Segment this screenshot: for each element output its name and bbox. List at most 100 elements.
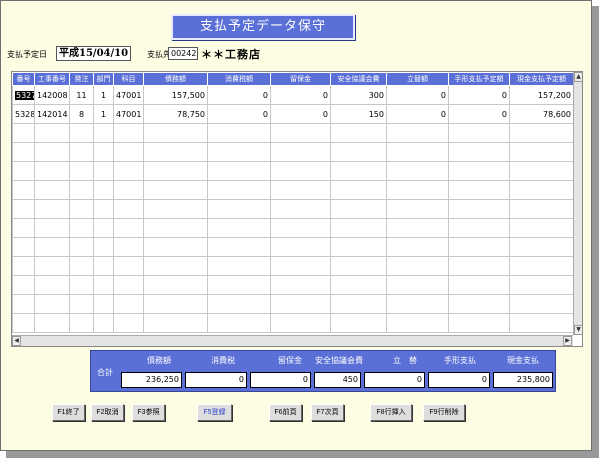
table-cell[interactable] xyxy=(34,275,70,295)
f5-register-button[interactable]: F5登録 xyxy=(197,404,232,421)
table-cell[interactable] xyxy=(93,199,114,219)
table-cell[interactable] xyxy=(207,142,271,162)
table-cell[interactable] xyxy=(143,142,208,162)
table-cell[interactable] xyxy=(386,180,449,200)
table-cell[interactable]: 157,500 xyxy=(143,85,208,105)
table-cell[interactable] xyxy=(509,218,574,238)
table-cell[interactable] xyxy=(448,237,510,257)
table-cell[interactable] xyxy=(69,294,94,314)
table-cell[interactable] xyxy=(448,218,510,238)
table-row[interactable] xyxy=(12,313,574,333)
table-cell[interactable] xyxy=(386,123,449,143)
table-cell[interactable] xyxy=(69,275,94,295)
horizontal-scrollbar[interactable]: ◀ ▶ xyxy=(12,335,573,346)
table-cell[interactable] xyxy=(143,161,208,181)
table-cell[interactable]: 47001 xyxy=(113,104,144,124)
table-cell[interactable] xyxy=(270,218,331,238)
table-cell[interactable] xyxy=(270,294,331,314)
f2-cancel-button[interactable]: F2取消 xyxy=(91,404,124,421)
table-cell[interactable]: 0 xyxy=(386,104,449,124)
f9-delete-row-button[interactable]: F9行削除 xyxy=(423,404,465,421)
table-cell[interactable] xyxy=(34,218,70,238)
table-cell[interactable] xyxy=(12,313,35,333)
table-cell[interactable] xyxy=(207,294,271,314)
table-cell[interactable] xyxy=(330,123,387,143)
table-cell[interactable] xyxy=(330,256,387,276)
table-cell[interactable] xyxy=(12,161,35,181)
table-cell[interactable] xyxy=(113,275,144,295)
table-cell[interactable] xyxy=(143,180,208,200)
table-cell[interactable] xyxy=(93,123,114,143)
table-cell[interactable] xyxy=(509,142,574,162)
table-cell[interactable] xyxy=(509,313,574,333)
table-cell[interactable] xyxy=(330,294,387,314)
table-cell[interactable] xyxy=(12,256,35,276)
table-row[interactable] xyxy=(12,294,574,314)
table-cell[interactable] xyxy=(207,161,271,181)
table-cell[interactable] xyxy=(330,180,387,200)
table-row[interactable] xyxy=(12,161,574,181)
table-cell[interactable] xyxy=(207,180,271,200)
table-cell[interactable] xyxy=(207,237,271,257)
table-cell[interactable] xyxy=(330,275,387,295)
payment-grid[interactable]: 番号 工事番号 発注 部門 科目 債務額 消費税額 留保金 安全協議会費 立替額 手形支払予定額 現金… xyxy=(11,71,583,347)
table-cell[interactable] xyxy=(113,237,144,257)
table-cell[interactable]: 0 xyxy=(207,85,271,105)
table-cell[interactable] xyxy=(69,123,94,143)
table-cell[interactable] xyxy=(143,313,208,333)
table-cell[interactable] xyxy=(270,123,331,143)
vertical-scrollbar[interactable]: ▲ ▼ xyxy=(573,72,582,335)
table-cell[interactable] xyxy=(93,294,114,314)
table-cell[interactable]: 0 xyxy=(270,104,331,124)
table-cell[interactable] xyxy=(93,218,114,238)
table-cell[interactable] xyxy=(386,218,449,238)
table-cell[interactable] xyxy=(113,218,144,238)
table-cell[interactable] xyxy=(448,199,510,219)
table-cell[interactable]: 5328 xyxy=(12,104,35,124)
table-row[interactable] xyxy=(12,275,574,295)
table-cell[interactable] xyxy=(509,123,574,143)
table-cell[interactable] xyxy=(207,199,271,219)
table-row[interactable] xyxy=(12,142,574,162)
table-cell[interactable] xyxy=(34,199,70,219)
table-cell[interactable] xyxy=(69,161,94,181)
table-cell[interactable] xyxy=(270,275,331,295)
table-cell[interactable] xyxy=(69,180,94,200)
table-cell[interactable] xyxy=(113,294,144,314)
table-cell[interactable] xyxy=(34,294,70,314)
table-cell[interactable] xyxy=(12,199,35,219)
table-cell[interactable] xyxy=(34,142,70,162)
table-cell[interactable]: 1 xyxy=(93,85,114,105)
f3-reference-button[interactable]: F3参照 xyxy=(132,404,165,421)
table-cell[interactable] xyxy=(509,294,574,314)
table-cell[interactable]: 300 xyxy=(330,85,387,105)
table-cell[interactable] xyxy=(113,313,144,333)
table-cell[interactable] xyxy=(448,142,510,162)
table-cell[interactable] xyxy=(12,294,35,314)
f1-exit-button[interactable]: F1終了 xyxy=(52,404,85,421)
table-cell[interactable] xyxy=(113,142,144,162)
table-cell[interactable] xyxy=(69,313,94,333)
table-cell[interactable] xyxy=(143,275,208,295)
table-cell[interactable] xyxy=(509,237,574,257)
table-cell[interactable] xyxy=(448,161,510,181)
table-cell[interactable]: 0 xyxy=(386,85,449,105)
table-cell[interactable] xyxy=(93,275,114,295)
table-cell[interactable]: 1 xyxy=(93,104,114,124)
table-cell[interactable] xyxy=(386,199,449,219)
table-cell[interactable] xyxy=(386,256,449,276)
table-cell[interactable] xyxy=(448,313,510,333)
table-cell[interactable]: 0 xyxy=(207,104,271,124)
table-cell[interactable] xyxy=(386,294,449,314)
table-cell[interactable]: 142008 xyxy=(34,85,70,105)
table-cell[interactable] xyxy=(69,256,94,276)
table-cell[interactable] xyxy=(34,256,70,276)
table-cell[interactable] xyxy=(113,180,144,200)
table-cell[interactable] xyxy=(143,237,208,257)
table-cell[interactable] xyxy=(12,275,35,295)
table-cell[interactable] xyxy=(69,142,94,162)
table-cell[interactable] xyxy=(386,275,449,295)
table-row[interactable] xyxy=(12,256,574,276)
f7-next-page-button[interactable]: F7次頁 xyxy=(311,404,344,421)
table-cell[interactable] xyxy=(143,256,208,276)
